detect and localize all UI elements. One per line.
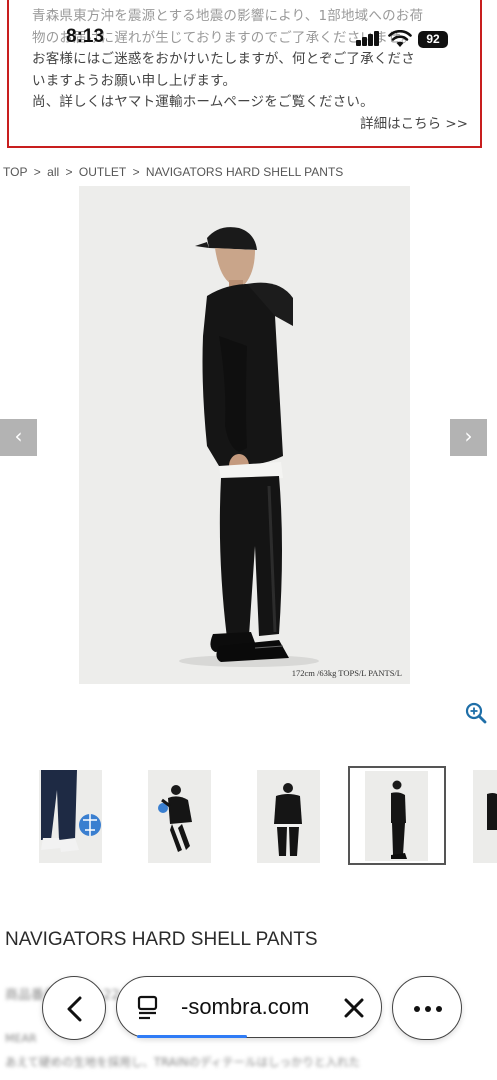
zoom-in-icon[interactable] xyxy=(465,702,487,724)
thumbnail-strip xyxy=(0,766,497,866)
product-desc-text: あえて硬めの生地を採用し、TRAINのディテールはしっかりと入れた xyxy=(5,1055,361,1069)
thumbnail-2[interactable] xyxy=(148,770,211,863)
page-load-progress xyxy=(137,1035,247,1038)
notice-line-4: いますようお願い申し上げます。 xyxy=(32,72,237,89)
page-menu-icon[interactable] xyxy=(137,995,159,1021)
model-size-caption: 172cm /63kg TOPS/L PANTS/L xyxy=(291,668,402,678)
browser-back-button[interactable] xyxy=(42,976,106,1040)
url-text: -sombra.com xyxy=(181,994,310,1019)
thumbnail-5[interactable] xyxy=(473,770,497,863)
product-main-image[interactable]: 172cm /63kg TOPS/L PANTS/L xyxy=(79,186,410,684)
notice-more-link[interactable]: 詳細はこちら >> xyxy=(360,112,468,132)
browser-toolbar: -sombra.com xyxy=(0,968,497,1048)
address-bar[interactable]: -sombra.com xyxy=(116,976,382,1038)
thumbnail-4-active[interactable] xyxy=(348,766,446,865)
chevron-left-icon: ‹ xyxy=(14,424,23,448)
earthquake-notice: 青森県東方沖を震源とする地震の影響により、1部地域へのお荷 物のお届けに遅れが生… xyxy=(7,0,482,148)
breadcrumb-top[interactable]: TOP xyxy=(3,165,27,179)
breadcrumb-separator: > xyxy=(65,165,73,179)
close-icon[interactable] xyxy=(343,997,365,1019)
thumbnail-3[interactable] xyxy=(257,770,320,863)
browser-more-button[interactable] xyxy=(392,976,462,1040)
gallery-next-button[interactable]: › xyxy=(450,419,487,456)
chevron-right-icon: › xyxy=(464,424,473,448)
breadcrumb-current: NAVIGATORS HARD SHELL PANTS xyxy=(145,165,344,179)
breadcrumb-separator: > xyxy=(33,165,41,179)
more-dots-icon xyxy=(414,1006,442,1012)
gallery-prev-button[interactable]: ‹ xyxy=(0,419,37,456)
breadcrumb-all[interactable]: all xyxy=(47,165,59,179)
chevron-left-icon xyxy=(67,996,82,1022)
notice-line-1: 青森県東方沖を震源とする地震の影響により、1部地域へのお荷 xyxy=(32,8,424,24)
notice-line-5: 尚、詳しくはヤマト運輸ホームページをご覧ください。 xyxy=(32,94,374,110)
breadcrumb-separator: > xyxy=(132,165,140,179)
notice-line-3: お客様にはご迷惑をおかけいたしますが、何とぞご了承くださ xyxy=(32,51,415,67)
breadcrumb-outlet[interactable]: OUTLET xyxy=(79,165,126,179)
product-title: NAVIGATORS HARD SHELL PANTS xyxy=(5,929,318,950)
breadcrumb: TOP > all > OUTLET > NAVIGATORS HARD SHE… xyxy=(3,165,346,179)
model-photo xyxy=(179,227,319,667)
thumbnail-1[interactable] xyxy=(39,770,102,863)
notice-line-2: 物のお届けに遅れが生じておりますのでご了承くださいませ。 xyxy=(32,29,415,46)
